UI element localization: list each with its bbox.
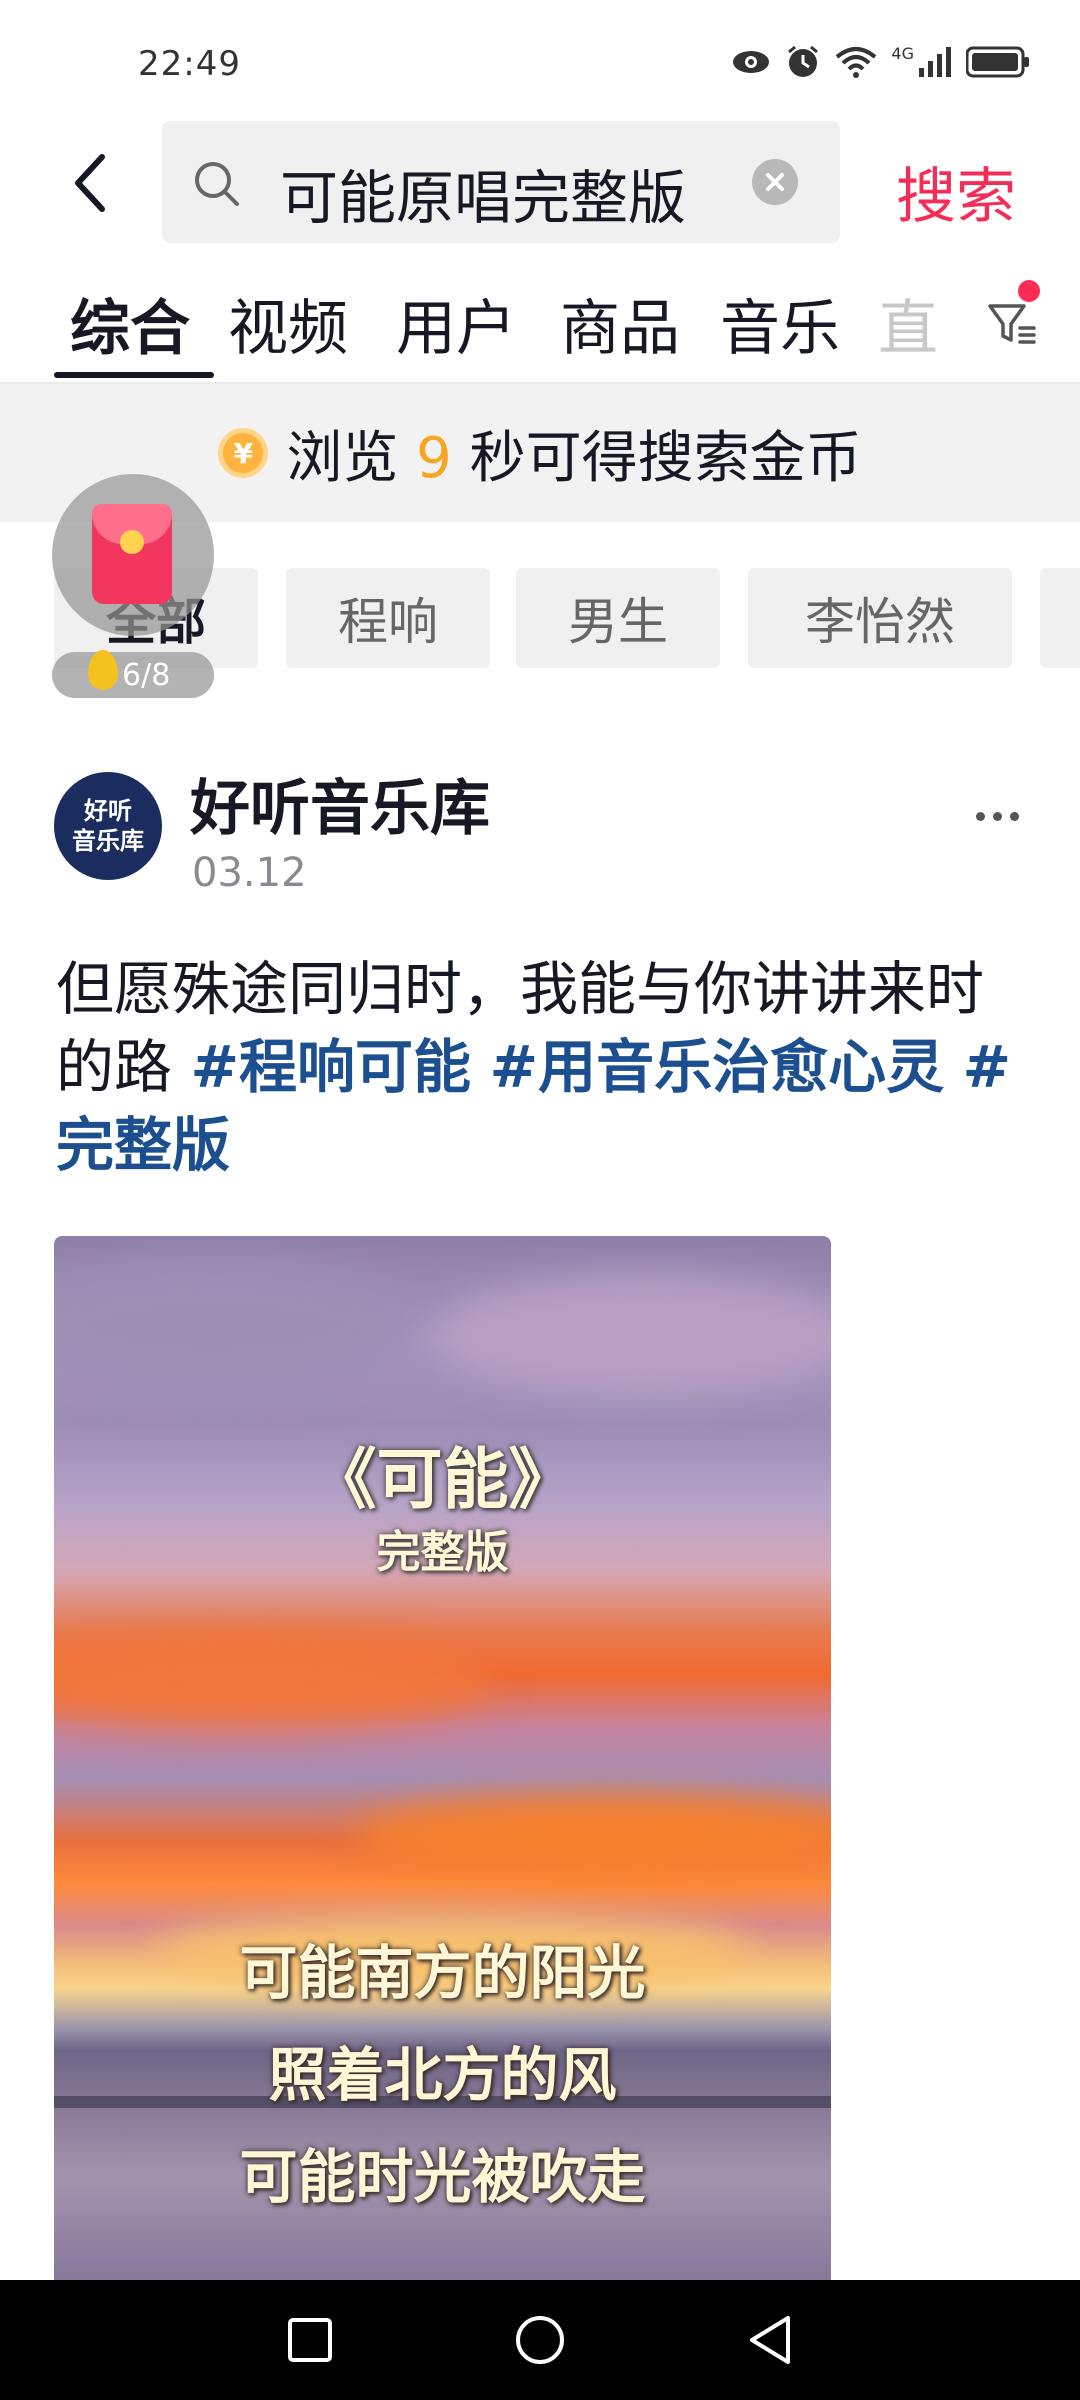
lyric-line: 可能时光被吹走 xyxy=(239,2143,646,2211)
coin-banner-prefix: 浏览 xyxy=(286,425,399,491)
network-type: 4G xyxy=(891,44,914,63)
recents-button[interactable] xyxy=(280,2310,340,2370)
post-caption: 但愿殊途同归时，我能与你讲讲来时的路 #程响可能 #用音乐治愈心灵 #完整版 xyxy=(56,950,1016,1184)
more-dot xyxy=(993,811,1002,821)
tab-product[interactable]: 商品 xyxy=(560,280,680,367)
more-dot xyxy=(1010,811,1019,821)
coin-banner-text: 浏览 9 秒可得搜索金币 xyxy=(286,413,861,494)
hashtag-link[interactable]: #用音乐治愈心灵 xyxy=(490,1033,945,1101)
search-tabs: 综合 视频 用户 商品 音乐 直 xyxy=(0,272,1080,382)
clear-button[interactable] xyxy=(752,159,798,205)
author-name[interactable]: 好听音乐库 xyxy=(190,760,490,847)
system-nav-bar xyxy=(0,2280,1080,2400)
back-arrow-icon xyxy=(75,154,105,212)
video-subtitle: 完整版 xyxy=(376,1527,509,1578)
avatar-line2: 音乐库 xyxy=(72,827,144,855)
coin-icon: ¥ xyxy=(218,428,269,478)
post-header: 好听 音乐库 好听音乐库 03.12 xyxy=(0,760,1080,900)
hashtag-link[interactable]: #程响可能 xyxy=(190,1033,471,1101)
search-icon xyxy=(195,162,239,206)
search-input[interactable]: 可能原唱完整版 xyxy=(162,121,840,243)
status-bar: 22:49 4G xyxy=(0,0,1080,110)
red-envelope-progress-text: 6/8 xyxy=(122,657,171,693)
lyric-line: 可能南方的阳光 xyxy=(239,1939,646,2007)
filter-notification-dot xyxy=(1018,280,1040,302)
envelope-seal xyxy=(120,530,144,554)
status-time: 22:49 xyxy=(138,44,241,84)
red-envelope-widget[interactable]: 6/8 xyxy=(52,474,214,700)
chip-more-partial[interactable] xyxy=(1040,568,1080,668)
filter-button[interactable] xyxy=(984,294,1044,354)
active-tab-indicator xyxy=(54,372,214,378)
square-icon xyxy=(288,2318,332,2362)
circle-icon xyxy=(516,2316,564,2364)
tab-comprehensive[interactable]: 综合 xyxy=(70,280,190,367)
tab-music[interactable]: 音乐 xyxy=(720,280,840,367)
more-options-button[interactable] xyxy=(976,804,1026,828)
filter-icon xyxy=(988,304,1036,344)
triangle-back-icon xyxy=(750,2316,790,2364)
post-date: 03.12 xyxy=(192,850,307,896)
status-icons: 4G xyxy=(731,44,1030,80)
tab-user[interactable]: 用户 xyxy=(396,280,516,367)
tab-live-partial[interactable]: 直 xyxy=(878,280,938,367)
battery-icon xyxy=(966,46,1029,78)
gold-egg-icon xyxy=(88,650,118,690)
chip-liyiran[interactable]: 李怡然 xyxy=(748,568,1012,668)
chip-chengxiang[interactable]: 程响 xyxy=(286,568,490,668)
back-button[interactable] xyxy=(60,148,120,218)
signal-icon xyxy=(919,47,951,77)
video-thumbnail[interactable]: 《可能》 完整版 可能南方的阳光 照着北方的风 可能时光被吹走 xyxy=(54,1236,831,2280)
lyric-line: 照着北方的风 xyxy=(268,2041,617,2109)
eye-icon xyxy=(733,51,770,73)
search-bar: 可能原唱完整版 搜索 xyxy=(0,118,1080,246)
back-nav-button[interactable] xyxy=(740,2310,800,2370)
clear-icon xyxy=(766,173,784,191)
coin-banner-suffix: 秒可得搜索金币 xyxy=(469,425,862,491)
red-envelope-progress: 6/8 xyxy=(52,652,214,698)
search-submit-button[interactable]: 搜索 xyxy=(896,148,1016,235)
wifi-icon xyxy=(836,47,877,78)
alarm-icon xyxy=(788,45,819,77)
coin-banner-seconds: 9 xyxy=(416,425,452,491)
red-envelope-icon xyxy=(92,504,172,604)
author-avatar[interactable]: 好听 音乐库 xyxy=(54,772,162,880)
video-title: 《可能》 xyxy=(310,1441,575,1518)
more-dot xyxy=(976,811,985,821)
tab-video[interactable]: 视频 xyxy=(228,280,348,367)
chip-male[interactable]: 男生 xyxy=(516,568,720,668)
cloud-shape xyxy=(434,1276,831,1396)
search-query[interactable]: 可能原唱完整版 xyxy=(280,151,686,235)
avatar-line1: 好听 xyxy=(84,797,132,825)
home-button[interactable] xyxy=(510,2310,570,2370)
